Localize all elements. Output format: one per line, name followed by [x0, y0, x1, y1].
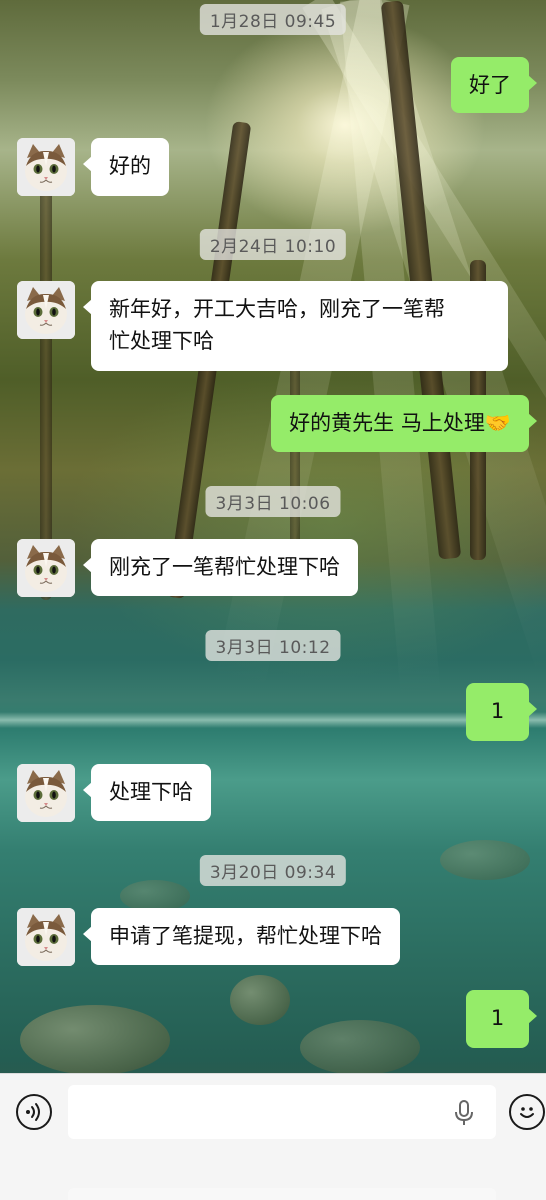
message-bubble-self[interactable]: 1 — [466, 683, 537, 741]
message-bubble-other[interactable]: 新年好，开工大吉哈，刚充了一笔帮 忙处理下哈 — [83, 281, 508, 371]
cat-avatar-icon — [17, 908, 75, 966]
message-text: 申请了笔提现，帮忙处理下哈 — [109, 924, 382, 948]
message-text: 好的 — [109, 154, 151, 178]
timestamp: 3月3日 10:12 — [205, 630, 341, 661]
contact-avatar[interactable] — [17, 281, 75, 339]
cat-avatar-icon — [17, 281, 75, 339]
contact-avatar[interactable] — [17, 764, 75, 822]
microphone-icon[interactable] — [453, 1099, 475, 1127]
contact-avatar[interactable] — [17, 908, 75, 966]
message-bubble-self[interactable]: 好的黄先生 马上处理🤝 — [271, 395, 537, 452]
message-text: 好了 — [469, 73, 511, 97]
message-text: 1 — [490, 1006, 505, 1030]
message-text: 忙处理下哈 — [109, 329, 214, 353]
cat-avatar-icon — [17, 138, 75, 196]
chat-screen: 1月28日 09:45 2月24日 10:10 3月3日 10:06 3月3日 … — [0, 0, 546, 1200]
message-text: 刚充了一笔帮忙处理下哈 — [109, 555, 340, 579]
message-text: 处理下哈 — [109, 780, 193, 804]
message-text: 1 — [490, 699, 505, 723]
message-text: 好的黄先生 马上处理🤝 — [289, 411, 511, 435]
voice-icon[interactable] — [16, 1094, 52, 1130]
input-bar-reflection — [0, 1180, 546, 1200]
message-bubble-other[interactable]: 处理下哈 — [83, 764, 211, 821]
timestamp: 3月20日 09:34 — [199, 855, 347, 886]
timestamp: 3月3日 10:06 — [205, 486, 341, 517]
message-bubble-other[interactable]: 好的 — [83, 138, 169, 196]
timestamp: 2月24日 10:10 — [199, 229, 347, 260]
message-input[interactable] — [68, 1085, 496, 1139]
contact-avatar[interactable] — [17, 539, 75, 597]
message-text: 新年好，开工大吉哈，刚充了一笔帮 — [109, 297, 445, 321]
cat-avatar-icon — [17, 539, 75, 597]
message-bubble-self[interactable]: 1 — [466, 990, 537, 1048]
emoji-icon[interactable] — [509, 1094, 545, 1130]
cat-avatar-icon — [17, 764, 75, 822]
message-bubble-self[interactable]: 好了 — [451, 57, 537, 113]
message-bubble-other[interactable]: 刚充了一笔帮忙处理下哈 — [83, 539, 358, 596]
timestamp: 1月28日 09:45 — [199, 4, 347, 35]
message-bubble-other[interactable]: 申请了笔提现，帮忙处理下哈 — [83, 908, 400, 965]
contact-avatar[interactable] — [17, 138, 75, 196]
